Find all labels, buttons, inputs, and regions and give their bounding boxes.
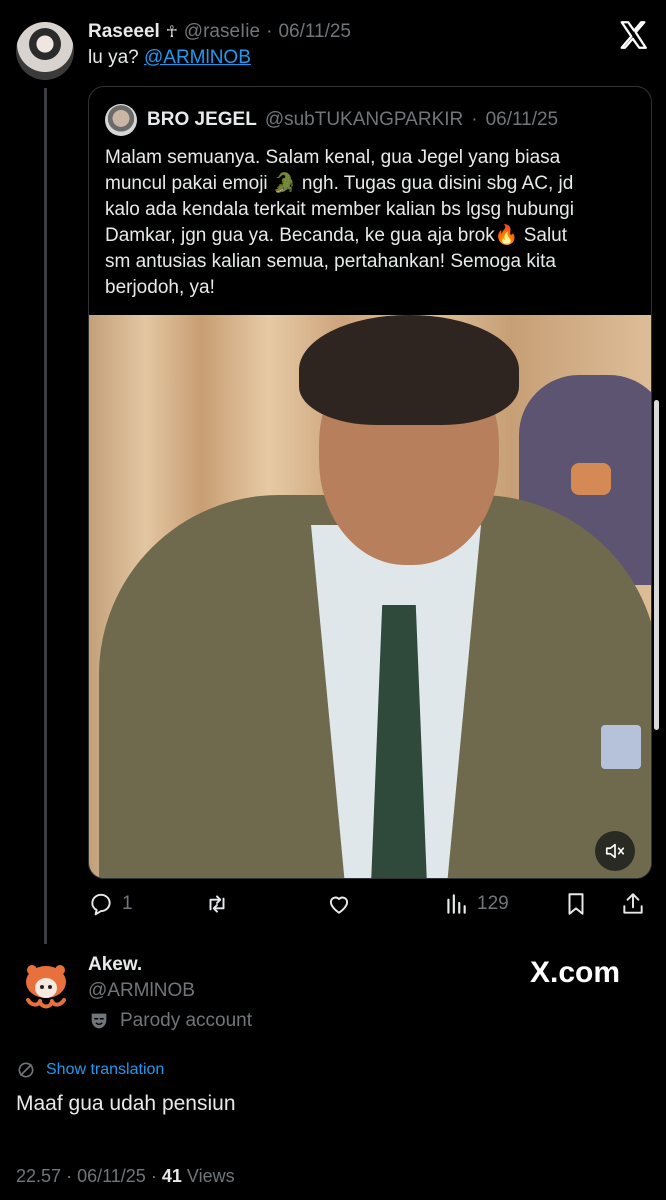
quoted-text-line: kalo ada kendala terkait member kalian b…	[105, 199, 574, 220]
tweet-header: Raseeel ☥ @raseIie · 06/11/25	[88, 18, 351, 46]
quoted-text-line: Damkar, jgn gua ya. Becanda, ke gua aja …	[105, 223, 635, 249]
fire-emoji: 🔥	[494, 225, 519, 246]
quoted-display-name[interactable]: BRO JEGEL	[147, 109, 257, 131]
tweet-text: lu ya? @ARMlNOB	[88, 47, 251, 69]
post-time[interactable]: 22.57	[16, 1166, 61, 1186]
views-count: 129	[477, 893, 509, 914]
quoted-text-line: Malam semuanya. Salam kenal, gua Jegel y…	[105, 147, 561, 168]
avatar[interactable]	[18, 958, 74, 1014]
bookmark-icon	[568, 893, 584, 915]
tweet-text-prefix: lu ya?	[88, 47, 139, 68]
text-fragment: muncul pakai emoji	[105, 173, 273, 194]
parody-text: Parody account	[120, 1010, 253, 1031]
views-label: Views	[186, 1166, 235, 1186]
scrollbar[interactable]	[654, 400, 659, 730]
views-button[interactable]: 129	[443, 888, 509, 920]
quoted-header: BRO JEGEL @subTUKANGPARKIR · 06/11/25	[147, 105, 558, 135]
repost-icon	[209, 895, 225, 913]
bookmark-button[interactable]	[563, 888, 589, 920]
hair	[299, 315, 519, 425]
crocodile-emoji: 🐊	[272, 173, 297, 194]
quoted-handle[interactable]: @subTUKANGPARKIR	[265, 109, 463, 131]
video-player[interactable]	[89, 315, 651, 878]
author-handle[interactable]: @ARMlNOB	[88, 980, 195, 1002]
theater-mask-icon	[91, 1013, 107, 1029]
like-button[interactable]	[326, 888, 352, 920]
show-translation-link[interactable]: Show translation	[16, 1058, 164, 1082]
close-icon[interactable]	[616, 18, 650, 52]
tweet-date[interactable]: 06/11/25	[278, 21, 351, 43]
translate-icon	[18, 1062, 34, 1078]
thread-line	[44, 88, 47, 944]
views-number: 41	[161, 1166, 182, 1186]
quoted-date[interactable]: 06/11/25	[486, 109, 559, 131]
x-com-watermark: X.com	[530, 956, 621, 989]
parody-label: Parody account	[88, 1008, 252, 1034]
reply-icon	[91, 893, 111, 916]
reply-button[interactable]: 1	[88, 888, 133, 920]
display-name[interactable]: Raseeel	[88, 21, 160, 43]
post-text: Maaf gua udah pensiun	[16, 1092, 236, 1115]
dot-separator: ·	[66, 1166, 73, 1186]
dot-separator: ·	[266, 21, 273, 42]
profile-badge: ☥	[165, 24, 178, 41]
muted-speaker-icon	[605, 843, 625, 859]
uniform-patch	[571, 463, 611, 495]
author-name[interactable]: Akew.	[88, 954, 142, 976]
quoted-tweet-card[interactable]: BRO JEGEL @subTUKANGPARKIR · 06/11/25 Ma…	[88, 86, 652, 879]
dot-separator: ·	[150, 1166, 157, 1186]
mute-button[interactable]	[595, 831, 635, 871]
views-chart-icon	[447, 894, 466, 914]
heart-icon	[329, 896, 349, 914]
text-fragment: ngh. Tugas gua disini sbg AC, jd	[296, 173, 574, 194]
repost-button[interactable]	[204, 888, 230, 920]
pocket-square	[601, 725, 641, 769]
mention-link[interactable]: @ARMlNOB	[144, 47, 251, 68]
reply-count: 1	[122, 893, 133, 914]
post-date[interactable]: 06/11/25	[77, 1166, 146, 1186]
share-button[interactable]	[620, 888, 646, 920]
text-fragment: Damkar, jgn gua ya. Becanda, ke gua aja …	[105, 225, 495, 246]
quoted-text: Malam semuanya. Salam kenal, gua Jegel y…	[105, 145, 635, 301]
quoted-text-line: berjodoh, ya!	[105, 277, 215, 298]
quoted-text-line: sm antusias kalian semua, pertahankan! S…	[105, 251, 556, 272]
show-translation-label[interactable]: Show translation	[46, 1061, 164, 1079]
quoted-avatar[interactable]	[105, 104, 137, 136]
text-fragment: Salut	[518, 225, 568, 246]
post-meta: 22.57 · 06/11/25 · 41 Views	[16, 1166, 235, 1187]
handle[interactable]: @raseIie	[184, 21, 260, 43]
dot-separator: ·	[471, 109, 478, 130]
quoted-text-line: muncul pakai emoji 🐊 ngh. Tugas gua disi…	[105, 171, 635, 197]
avatar[interactable]	[16, 22, 74, 80]
share-icon	[623, 893, 643, 914]
